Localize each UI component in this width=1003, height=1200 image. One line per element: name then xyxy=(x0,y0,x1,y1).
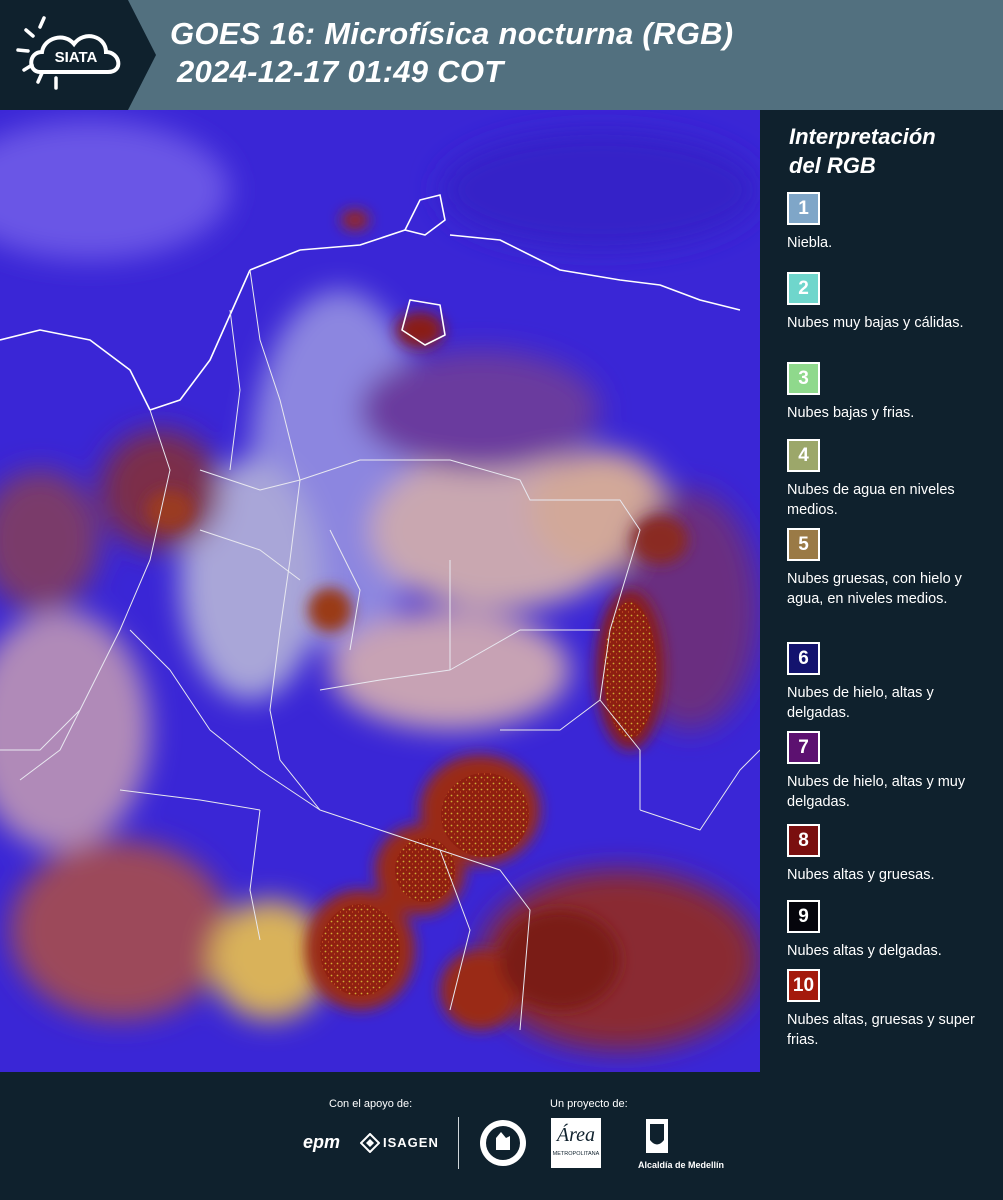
legend-item: 8 Nubes altas y gruesas. xyxy=(787,824,999,885)
legend-item: 6 Nubes de hielo, altas y delgadas. xyxy=(787,642,999,723)
seal-icon xyxy=(478,1118,528,1173)
legend-item: 1 Niebla. xyxy=(787,192,999,253)
legend-swatch: 6 xyxy=(787,642,820,675)
legend-swatch: 4 xyxy=(787,439,820,472)
rgb-legend: Interpretación del RGB 1 Niebla. 2 Nubes mu… xyxy=(760,110,1003,1072)
area-metropolitana-logo: Área METROPOLITANA xyxy=(551,1118,601,1168)
legend-swatch: 3 xyxy=(787,362,820,395)
legend-label: Nubes de agua en niveles medios. xyxy=(787,482,955,518)
legend-swatch: 5 xyxy=(787,528,820,561)
epm-logo: epm xyxy=(303,1132,341,1152)
map-image xyxy=(0,110,760,1072)
legend-item: 2 Nubes muy bajas y cálidas. xyxy=(787,272,999,333)
isagen-icon xyxy=(359,1132,381,1158)
legend-label: Niebla. xyxy=(787,235,833,251)
footer-divider xyxy=(458,1117,459,1169)
header-bar: SIATA GOES 16: Microfísica nocturna (RGB… xyxy=(0,0,1003,110)
legend-swatch: 10 xyxy=(787,969,820,1002)
alcaldia-shield-icon xyxy=(645,1118,669,1163)
support-label: Con el apoyo de: xyxy=(329,1098,413,1110)
legend-label: Nubes de hielo, altas y muy delgadas. xyxy=(787,774,966,810)
legend-item: 3 Nubes bajas y frias. xyxy=(787,362,999,423)
page-title: GOES 16: Microfísica nocturna (RGB) xyxy=(170,16,734,51)
legend-label: Nubes altas y gruesas. xyxy=(787,867,935,883)
page-timestamp: 2024-12-17 01:49 COT xyxy=(177,54,504,89)
legend-item: 4 Nubes de agua en niveles medios. xyxy=(787,439,999,520)
area-logo-subtext: METROPOLITANA xyxy=(552,1151,600,1157)
legend-swatch: 9 xyxy=(787,900,820,933)
legend-label: Nubes bajas y frias. xyxy=(787,405,915,421)
legend-title-line1: Interpretación xyxy=(789,124,936,149)
legend-label: Nubes altas, gruesas y super frias. xyxy=(787,1012,975,1048)
isagen-logo: ISAGEN xyxy=(383,1135,439,1150)
legend-swatch: 1 xyxy=(787,192,820,225)
logo-text: SIATA xyxy=(55,49,98,66)
legend-item: 10 Nubes altas, gruesas y super frias. xyxy=(787,969,999,1050)
legend-swatch: 2 xyxy=(787,272,820,305)
legend-title-line2: del RGB xyxy=(789,153,876,178)
legend-swatch: 8 xyxy=(787,824,820,857)
legend-item: 9 Nubes altas y delgadas. xyxy=(787,900,999,961)
legend-title: Interpretación del RGB xyxy=(789,122,999,180)
project-label: Un proyecto de: xyxy=(550,1098,628,1110)
legend-item: 7 Nubes de hielo, altas y muy delgadas. xyxy=(787,731,999,812)
legend-item: 5 Nubes gruesas, con hielo y agua, en niv… xyxy=(787,528,999,609)
footer: Con el apoyo de: Un proyecto de: epm ISA… xyxy=(0,1072,1003,1200)
legend-label: Nubes de hielo, altas y delgadas. xyxy=(787,685,934,721)
siata-logo: SIATA xyxy=(0,0,160,110)
legend-label: Nubes altas y delgadas. xyxy=(787,943,942,959)
area-logo-text: Área xyxy=(556,1124,596,1146)
legend-label: Nubes muy bajas y cálidas. xyxy=(787,315,964,331)
satellite-rgb-map[interactable] xyxy=(0,110,760,1072)
legend-label: Nubes gruesas, con hielo y agua, en nive… xyxy=(787,571,962,607)
legend-swatch: 7 xyxy=(787,731,820,764)
alcaldia-logo-text: Alcaldía de Medellín xyxy=(638,1160,725,1170)
